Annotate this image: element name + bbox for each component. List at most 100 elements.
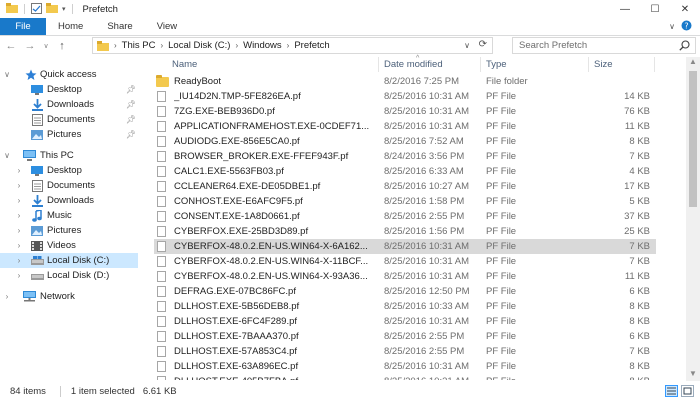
minimize-button[interactable]: — [610,0,640,18]
file-row[interactable]: _IU14D2N.TMP-5FE826EA.pf 8/25/2016 10:31 … [154,89,656,104]
search-input[interactable]: Search Prefetch [512,37,696,54]
sidebar-item-network[interactable]: › Network [0,289,138,304]
details-view-button[interactable] [665,385,678,397]
chevron-right-icon[interactable]: › [114,41,117,50]
file-row[interactable]: CCLEANER64.EXE-DE05DBE1.pf 8/25/2016 10:2… [154,179,656,194]
column-divider[interactable] [480,57,481,72]
scroll-down-icon[interactable]: ▼ [686,369,700,381]
sidebar-item-downloads-pinned[interactable]: Downloads 📌︎ [0,97,138,112]
chevron-right-icon[interactable]: › [14,241,24,250]
sidebar-item-desktop-pinned[interactable]: Desktop 📌︎ [0,82,138,97]
recent-locations-button[interactable]: ∨ [41,38,51,54]
tab-home[interactable]: Home [46,18,95,35]
breadcrumb-windows[interactable]: Windows [243,40,282,51]
chevron-right-icon[interactable]: › [235,41,238,50]
column-divider[interactable] [588,57,589,72]
sidebar-item-music[interactable]: › Music [0,208,138,223]
chevron-right-icon[interactable]: › [14,166,24,175]
column-date-modified[interactable]: Date modified [384,59,443,70]
large-icons-view-button[interactable] [681,385,694,397]
chevron-right-icon[interactable]: › [14,211,24,220]
back-button[interactable]: ← [3,38,19,54]
sidebar-item-videos[interactable]: › Videos [0,238,138,253]
tab-file[interactable]: File [0,18,46,35]
tab-view[interactable]: View [145,18,189,35]
file-row[interactable]: CONHOST.EXE-E6AFC9F5.pf 8/25/2016 1:58 PM… [154,194,656,209]
chevron-down-icon[interactable]: ∨ [669,22,675,31]
column-divider[interactable] [378,57,379,72]
close-button[interactable]: ✕ [670,0,700,18]
file-row[interactable]: DLLHOST.EXE-7BAAA370.pf 8/25/2016 2:55 PM… [154,329,656,344]
videos-icon [30,240,44,252]
refresh-icon[interactable]: ⟳ [479,39,487,50]
chevron-down-icon[interactable]: ∨ [2,70,12,79]
sidebar-item-local-disk-c[interactable]: › Local Disk (C:) [0,253,138,268]
file-row[interactable]: AUDIODG.EXE-856E5CA0.pf 8/25/2016 7:52 AM… [154,134,656,149]
column-size[interactable]: Size [594,59,612,70]
column-type[interactable]: Type [486,59,507,70]
file-row[interactable]: CALC1.EXE-5563FB03.pf 8/25/2016 6:33 AM PF… [154,164,656,179]
scrollbar-thumb[interactable] [689,71,697,207]
chevron-right-icon[interactable]: › [14,196,24,205]
forward-button[interactable]: → [22,38,38,54]
sidebar-item-local-disk-d[interactable]: › Local Disk (D:) [0,268,138,283]
vertical-scrollbar[interactable]: ▲ ▼ [686,57,700,381]
tab-share[interactable]: Share [95,18,144,35]
file-icon [156,301,167,312]
file-row[interactable]: ReadyBoot 8/2/2016 7:25 PM File folder [154,74,656,89]
file-type: PF File [486,316,517,327]
file-row[interactable]: DLLHOST.EXE-5B56DEB8.pf 8/25/2016 10:33 A… [154,299,656,314]
breadcrumb-this-pc[interactable]: This PC [122,40,156,51]
file-size: 6 KB [629,286,650,297]
chevron-down-icon[interactable]: ∨ [464,41,470,50]
sidebar-item-documents[interactable]: › Documents [0,178,138,193]
column-divider[interactable] [654,57,655,72]
sidebar-item-this-pc[interactable]: ∨ This PC [0,148,138,163]
properties-icon[interactable] [31,2,42,16]
file-row[interactable]: CYBERFOX-48.0.2.EN-US.WIN64-X-6A162... 8/… [154,239,656,254]
chevron-right-icon[interactable]: › [14,256,24,265]
file-size: 8 KB [629,361,650,372]
file-icon [156,166,167,177]
up-button[interactable]: ↑ [54,38,70,54]
chevron-right-icon[interactable]: › [14,181,24,190]
file-row[interactable]: CONSENT.EXE-1A8D0661.pf 8/25/2016 2:55 PM… [154,209,656,224]
window-title: Prefetch [82,3,118,15]
file-row[interactable]: 7ZG.EXE-BEB936D0.pf 8/25/2016 10:31 AM PF … [154,104,656,119]
navigation-pane: ∨ Quick access Desktop 📌︎ Downloads 📌︎ D… [0,60,138,380]
file-row[interactable]: CYBERFOX-48.0.2.EN-US.WIN64-X-93A36... 8/… [154,269,656,284]
sidebar-item-quick-access[interactable]: ∨ Quick access [0,67,138,82]
breadcrumb-local-disk-c[interactable]: Local Disk (C:) [168,40,230,51]
file-size: 4 KB [629,166,650,177]
file-row[interactable]: DLLHOST.EXE-6FC4F289.pf 8/25/2016 10:31 A… [154,314,656,329]
maximize-button[interactable]: ☐ [640,0,670,18]
pin-icon: 📌︎ [125,130,136,139]
sidebar-item-pictures[interactable]: › Pictures [0,223,138,238]
sidebar-item-pictures-pinned[interactable]: Pictures 📌︎ [0,127,138,142]
new-folder-icon[interactable] [46,3,58,15]
chevron-right-icon[interactable]: › [14,226,24,235]
file-row[interactable]: DEFRAG.EXE-07BC86FC.pf 8/25/2016 12:50 PM… [154,284,656,299]
file-row[interactable]: DLLHOST.EXE-405B7FBA.pf 8/25/2016 10:31 A… [154,374,656,380]
chevron-right-icon[interactable]: › [160,41,163,50]
sidebar-item-downloads[interactable]: › Downloads [0,193,138,208]
file-row[interactable]: CYBERFOX.EXE-25BD3D89.pf 8/25/2016 1:56 P… [154,224,656,239]
file-row[interactable]: DLLHOST.EXE-63A896EC.pf 8/25/2016 10:31 A… [154,359,656,374]
file-row[interactable]: APPLICATIONFRAMEHOST.EXE-0CDEF71... 8/25/… [154,119,656,134]
chevron-right-icon[interactable]: › [287,41,290,50]
chevron-right-icon[interactable]: › [2,292,12,301]
chevron-down-icon[interactable]: ∨ [2,151,12,160]
breadcrumb-prefetch[interactable]: Prefetch [294,40,329,51]
file-row[interactable]: CYBERFOX-48.0.2.EN-US.WIN64-X-11BCF... 8/… [154,254,656,269]
file-row[interactable]: BROWSER_BROKER.EXE-FFEF943F.pf 8/24/2016 … [154,149,656,164]
column-name[interactable]: Name [172,59,197,70]
chevron-right-icon[interactable]: › [14,271,24,280]
help-icon[interactable]: ? [681,20,692,33]
scroll-up-icon[interactable]: ▲ [686,57,700,69]
file-row[interactable]: DLLHOST.EXE-57A853C4.pf 8/25/2016 2:55 PM… [154,344,656,359]
address-bar[interactable]: › This PC › Local Disk (C:) › Windows › … [92,37,493,54]
file-date-modified: 8/2/2016 7:25 PM [384,76,459,87]
sidebar-item-documents-pinned[interactable]: Documents 📌︎ [0,112,138,127]
sidebar-item-desktop[interactable]: › Desktop [0,163,138,178]
customize-qat-icon[interactable]: ▾ [62,5,66,13]
